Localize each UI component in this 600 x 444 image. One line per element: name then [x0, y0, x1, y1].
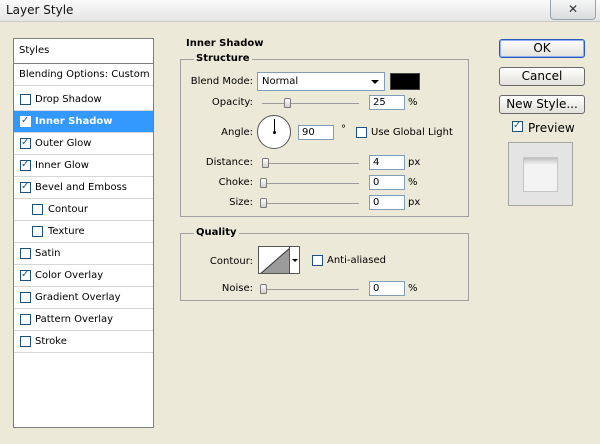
contour-dropdown-button[interactable] — [290, 246, 300, 274]
distance-input[interactable]: 4 — [369, 155, 405, 170]
close-icon: ✕ — [568, 2, 579, 16]
style-item-checkbox[interactable] — [32, 226, 43, 237]
styles-header[interactable]: Styles — [14, 39, 153, 64]
preview-checkbox[interactable] — [512, 120, 523, 132]
choke-slider-track[interactable] — [262, 183, 359, 184]
use-global-light-label: Use Global Light — [371, 127, 453, 138]
style-item-checkbox[interactable] — [20, 137, 31, 149]
noise-slider-track[interactable] — [262, 289, 359, 290]
choke-input[interactable]: 0 — [369, 175, 405, 190]
style-item-label: Texture — [48, 226, 85, 237]
style-item-label: Inner Shadow — [35, 116, 113, 127]
style-item[interactable]: Outer Glow — [14, 133, 153, 155]
use-global-light-checkbox[interactable] — [356, 127, 367, 138]
anti-aliased-label: Anti-aliased — [327, 255, 387, 266]
noise-unit: % — [408, 283, 418, 294]
style-item-label: Outer Glow — [35, 138, 92, 149]
style-item[interactable]: Gradient Overlay — [14, 287, 153, 309]
style-item-checkbox[interactable] — [20, 336, 31, 347]
style-item[interactable]: Stroke — [14, 331, 153, 353]
window-title: Layer Style — [6, 3, 74, 17]
opacity-input[interactable]: 25 — [369, 95, 405, 110]
blending-options-label: Blending Options: Custom — [19, 69, 150, 80]
blend-mode-label: Blend Mode: — [190, 76, 253, 87]
distance-label: Distance: — [205, 157, 253, 168]
style-item-label: Color Overlay — [35, 270, 104, 281]
style-item-checkbox[interactable] — [20, 269, 31, 281]
style-item-checkbox[interactable] — [20, 292, 31, 303]
structure-title: Structure — [194, 53, 252, 64]
style-item[interactable]: Bevel and Emboss — [14, 177, 153, 199]
style-item[interactable]: Satin — [14, 243, 153, 265]
style-item[interactable]: Pattern Overlay — [14, 309, 153, 331]
style-item-label: Pattern Overlay — [35, 314, 114, 325]
blending-options-item[interactable]: Blending Options: Custom — [14, 64, 153, 86]
style-item[interactable]: Contour — [14, 199, 153, 221]
noise-label: Noise: — [221, 283, 253, 294]
style-item[interactable]: Inner Glow — [14, 155, 153, 177]
style-item-label: Contour — [48, 204, 88, 215]
style-item-checkbox[interactable] — [20, 115, 31, 127]
style-item-checkbox[interactable] — [20, 159, 31, 171]
chevron-down-icon — [371, 80, 379, 84]
preview-label: Preview — [528, 121, 575, 135]
angle-input[interactable]: 90 — [298, 125, 334, 140]
quality-title: Quality — [194, 227, 239, 238]
ok-button[interactable]: OK — [499, 39, 585, 58]
angle-dial[interactable] — [257, 115, 291, 149]
close-button[interactable]: ✕ — [550, 0, 596, 20]
blend-mode-value: Normal — [262, 76, 299, 87]
choke-slider-thumb[interactable] — [260, 178, 267, 188]
opacity-label: Opacity: — [211, 97, 253, 108]
style-item[interactable]: Drop Shadow — [14, 89, 153, 111]
size-slider-thumb[interactable] — [260, 198, 267, 208]
anti-aliased-checkbox[interactable] — [312, 255, 323, 266]
shadow-color-swatch[interactable] — [390, 73, 420, 90]
style-item-checkbox[interactable] — [20, 181, 31, 193]
noise-slider-thumb[interactable] — [260, 284, 267, 294]
style-item-label: Bevel and Emboss — [35, 182, 127, 193]
distance-unit: px — [408, 157, 421, 168]
angle-label: Angle: — [221, 127, 253, 138]
style-item[interactable]: Color Overlay — [14, 265, 153, 287]
style-item[interactable]: Texture — [14, 221, 153, 243]
distance-slider-thumb[interactable] — [261, 158, 269, 168]
contour-label: Contour: — [209, 256, 253, 267]
contour-curve-icon — [260, 248, 289, 273]
layer-style-dialog: Layer Style ✕ Styles Blending Options: C… — [0, 0, 600, 444]
distance-slider-track[interactable] — [262, 163, 359, 164]
angle-unit: ° — [341, 124, 346, 135]
style-item-label: Satin — [35, 248, 61, 259]
style-item-checkbox[interactable] — [20, 314, 31, 325]
new-style-button[interactable]: New Style... — [499, 95, 585, 114]
choke-unit: % — [408, 177, 418, 188]
choke-label: Choke: — [218, 177, 253, 188]
style-item-checkbox[interactable] — [32, 204, 43, 215]
opacity-slider-thumb[interactable] — [283, 98, 291, 108]
style-item[interactable]: Inner Shadow — [14, 111, 153, 133]
style-item-checkbox[interactable] — [20, 248, 31, 259]
style-item-label: Gradient Overlay — [35, 292, 121, 303]
cancel-button[interactable]: Cancel — [499, 67, 585, 86]
opacity-slider-track[interactable] — [262, 103, 359, 104]
style-item-label: Drop Shadow — [35, 94, 102, 105]
preview-thumbnail — [508, 142, 573, 206]
blend-mode-select[interactable]: Normal — [257, 72, 385, 91]
size-label: Size: — [229, 197, 253, 208]
size-unit: px — [408, 197, 421, 208]
style-item-label: Inner Glow — [35, 160, 89, 171]
contour-picker[interactable] — [258, 246, 290, 274]
size-input[interactable]: 0 — [369, 195, 405, 210]
opacity-unit: % — [408, 97, 418, 108]
style-item-checkbox[interactable] — [20, 94, 31, 105]
section-title: Inner Shadow — [186, 38, 264, 49]
styles-header-label: Styles — [19, 45, 50, 56]
styles-list: Styles Blending Options: Custom Drop Sha… — [13, 38, 154, 428]
size-slider-track[interactable] — [262, 203, 359, 204]
noise-input[interactable]: 0 — [369, 281, 405, 296]
title-bar[interactable]: Layer Style ✕ — [0, 0, 600, 22]
style-item-label: Stroke — [35, 336, 67, 347]
preview-swatch — [523, 157, 558, 192]
